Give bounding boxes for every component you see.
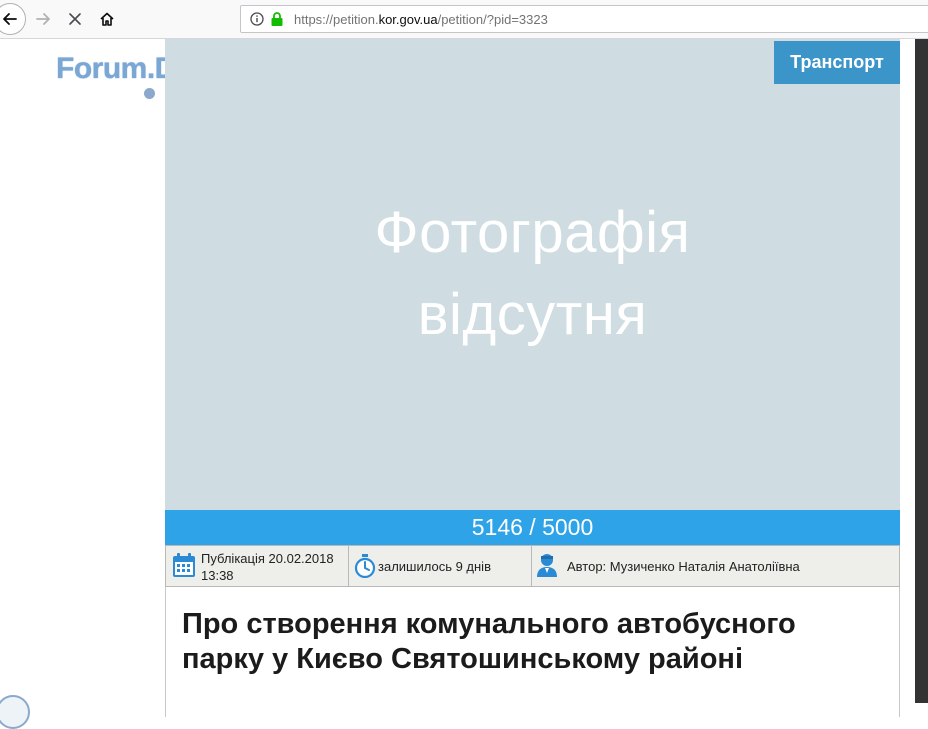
- time-left-text: залишилось 9 днів: [378, 559, 491, 574]
- author-text: Автор: Музиченко Наталія Анатоліївна: [567, 559, 800, 574]
- url-domain: kor.gov.ua: [378, 12, 438, 27]
- meta-time-left: залишилось 9 днів: [349, 546, 532, 586]
- arrow-left-icon: [3, 13, 17, 25]
- lock-icon[interactable]: [270, 11, 284, 32]
- arrow-right-icon: [36, 13, 50, 25]
- meta-published: Публікація 20.02.2018 13:38: [166, 546, 349, 586]
- forward-button[interactable]: [28, 4, 58, 34]
- photo-placeholder-text: Фотографія відсутня: [165, 192, 900, 356]
- user-icon: [536, 552, 558, 581]
- stop-button[interactable]: [60, 4, 90, 34]
- petition-meta: Публікація 20.02.2018 13:38 залишилось 9…: [165, 545, 900, 587]
- page-side-strip: [915, 39, 928, 703]
- info-icon[interactable]: [250, 12, 264, 31]
- url-text[interactable]: https://petition.kor.gov.ua/petition/?pi…: [294, 12, 548, 27]
- petition-title: Про створення комунального автобусного п…: [182, 608, 796, 675]
- meta-author: Автор: Музиченко Наталія Анатоліївна: [532, 546, 899, 586]
- url-bar[interactable]: https://petition.kor.gov.ua/petition/?pi…: [240, 5, 928, 33]
- photo-placeholder-line1: Фотографія: [374, 200, 691, 265]
- published-time: 13:38: [201, 568, 234, 583]
- published-date: Публікація 20.02.2018: [201, 551, 334, 566]
- stopwatch-icon: [354, 554, 376, 581]
- browser-toolbar: https://petition.kor.gov.ua/petition/?pi…: [0, 0, 928, 39]
- votes-count: 5146 / 5000: [471, 514, 594, 540]
- petition-content: Про створення комунального автобусного п…: [165, 587, 900, 717]
- petition-photo-placeholder: Фотографія відсутня Транспорт: [165, 39, 900, 510]
- category-badge[interactable]: Транспорт: [774, 41, 900, 84]
- home-icon: [100, 12, 114, 26]
- url-prefix: https://petition.: [294, 12, 379, 27]
- photo-placeholder-line2: відсутня: [417, 282, 648, 347]
- close-icon: [69, 13, 81, 25]
- back-button[interactable]: [0, 3, 26, 35]
- url-suffix: /petition/?pid=3323: [437, 12, 548, 27]
- home-button[interactable]: [92, 4, 122, 34]
- calendar-icon: [172, 552, 196, 581]
- votes-progress-bar: 5146 / 5000: [165, 510, 900, 545]
- logo-dot-blue: [144, 88, 155, 99]
- corner-avatar[interactable]: [0, 695, 30, 729]
